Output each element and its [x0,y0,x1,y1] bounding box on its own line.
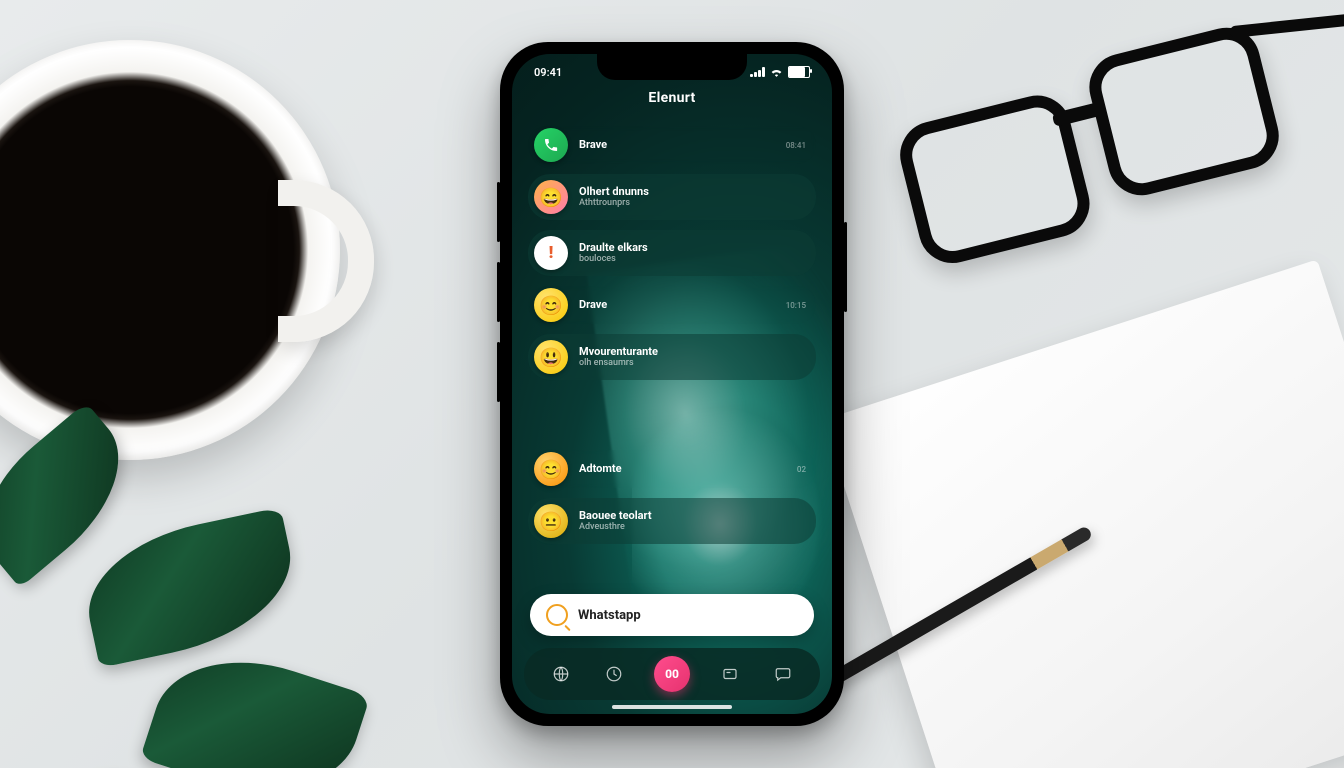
plant [0,448,420,768]
notebook [823,259,1344,768]
phone-icon [534,128,568,162]
chat-name: Brave [579,139,775,152]
tab-center-label: 00 [665,667,679,681]
chat-subtitle: olh ensaumrs [579,358,806,368]
chat-name: Baouee teolart [579,510,806,523]
emoji-avatar: 😊 [534,288,568,322]
chat-subtitle: bouloces [579,254,806,264]
emoji-avatar: 😊 [534,452,568,486]
chat-subtitle: Athttrounprs [579,198,806,208]
chat-name: Olhert dnunns [579,186,806,199]
battery-icon [788,66,810,78]
search-placeholder: Whatstapp [578,608,641,623]
emoji-avatar: 😄 [534,180,568,214]
home-indicator[interactable] [612,705,732,709]
page-title: Elenurt [512,90,832,106]
tab-clock[interactable] [600,660,628,688]
tab-chat[interactable] [769,660,797,688]
alert-icon: ! [534,236,568,270]
tab-card[interactable] [716,660,744,688]
chat-name: Drave [579,299,775,312]
search-bar[interactable]: Whatstapp [530,594,814,636]
signal-icon [750,67,765,77]
chat-row[interactable]: ! Draulte elkars bouloces [528,230,816,276]
desk-scene: 09:41 Elenurt Brave 08:41 😄 [0,0,1344,768]
chat-row[interactable]: Brave 08:41 [528,126,816,164]
tab-globe[interactable] [547,660,575,688]
chat-row[interactable]: 😊 Adtomte 02 [528,450,816,488]
chat-meta: 10:15 [786,301,806,310]
phone-screen: 09:41 Elenurt Brave 08:41 😄 [512,54,832,714]
chat-subtitle: Adveusthre [579,522,806,532]
chat-row[interactable]: 😃 Mvourenturante olh ensaumrs [528,334,816,380]
eyeglasses [886,5,1323,296]
chat-row[interactable]: 😊 Drave 10:15 [528,286,816,324]
tab-bar: 00 [524,648,820,700]
search-icon [546,604,568,626]
phone-frame: 09:41 Elenurt Brave 08:41 😄 [500,42,844,726]
chat-row[interactable]: 😐 Baouee teolart Adveusthre [528,498,816,544]
coffee-cup [0,40,340,460]
chat-meta: 08:41 [786,141,806,150]
chat-row[interactable]: 😄 Olhert dnunns Athttrounprs [528,174,816,220]
emoji-avatar: 😐 [534,504,568,538]
chat-list[interactable]: Brave 08:41 😄 Olhert dnunns Athttrounprs… [528,126,816,586]
phone-notch [597,54,747,80]
wifi-icon [770,67,783,77]
chat-meta: 02 [797,465,806,474]
chat-name: Draulte elkars [579,242,806,255]
list-gap [528,390,816,440]
chat-name: Adtomte [579,463,786,476]
status-time: 09:41 [534,66,562,79]
chat-name: Mvourenturante [579,346,806,359]
emoji-avatar: 😃 [534,340,568,374]
tab-center-button[interactable]: 00 [654,656,690,692]
